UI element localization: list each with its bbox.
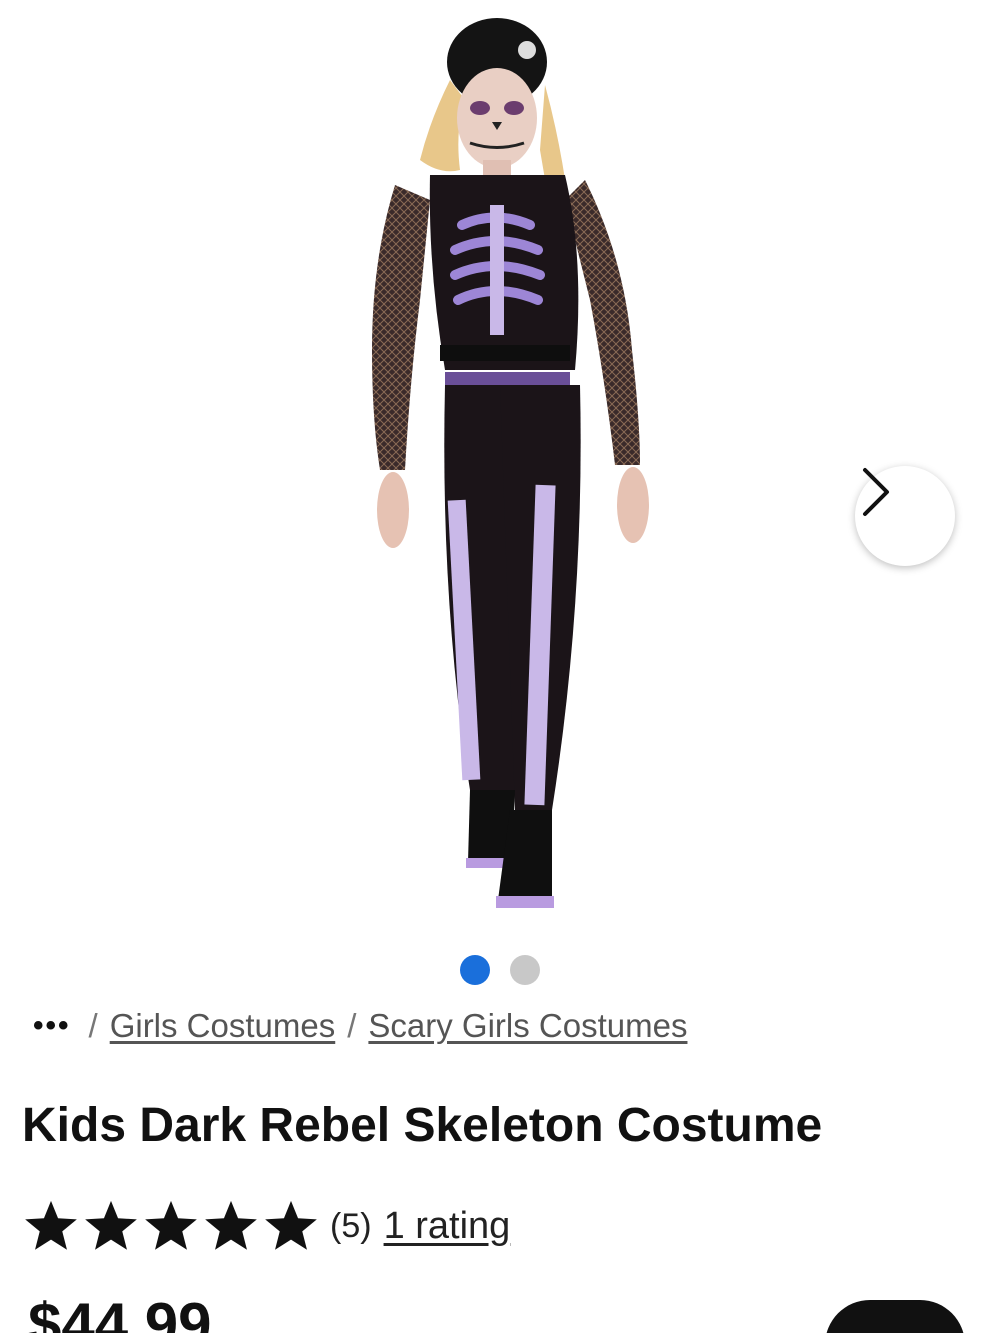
rating-stars	[22, 1199, 320, 1253]
rating-count: (5)	[330, 1206, 372, 1245]
product-price: $44.99	[28, 1291, 212, 1333]
breadcrumb: ••• / Girls Costumes / Scary Girls Costu…	[33, 1004, 687, 1048]
chevron-right-icon	[863, 468, 889, 516]
star-icon	[145, 1200, 197, 1250]
breadcrumb-separator: /	[347, 1007, 357, 1044]
product-image[interactable]	[0, 0, 1000, 940]
rating-link[interactable]: 1 rating	[384, 1205, 511, 1248]
star-icon	[85, 1200, 137, 1250]
carousel-dot-2[interactable]	[510, 955, 540, 985]
breadcrumb-girls-costumes-link[interactable]: Girls Costumes	[110, 1007, 336, 1045]
add-to-cart-button[interactable]	[825, 1300, 965, 1333]
star-icon	[265, 1200, 317, 1250]
costume-illustration	[372, 18, 649, 908]
product-rating: (5) 1 rating	[22, 1198, 510, 1254]
breadcrumb-more-button[interactable]: •••	[33, 1009, 71, 1043]
carousel-next-button[interactable]	[855, 466, 955, 566]
carousel-dot-1[interactable]	[460, 955, 490, 985]
breadcrumb-scary-girls-costumes-link[interactable]: Scary Girls Costumes	[368, 1007, 687, 1045]
star-icon	[25, 1200, 77, 1250]
product-page: ••• / Girls Costumes / Scary Girls Costu…	[0, 0, 1000, 1333]
breadcrumb-separator: /	[88, 1007, 98, 1044]
star-icon	[205, 1200, 257, 1250]
carousel-indicator	[0, 955, 1000, 985]
product-title: Kids Dark Rebel Skeleton Costume	[22, 1099, 823, 1152]
